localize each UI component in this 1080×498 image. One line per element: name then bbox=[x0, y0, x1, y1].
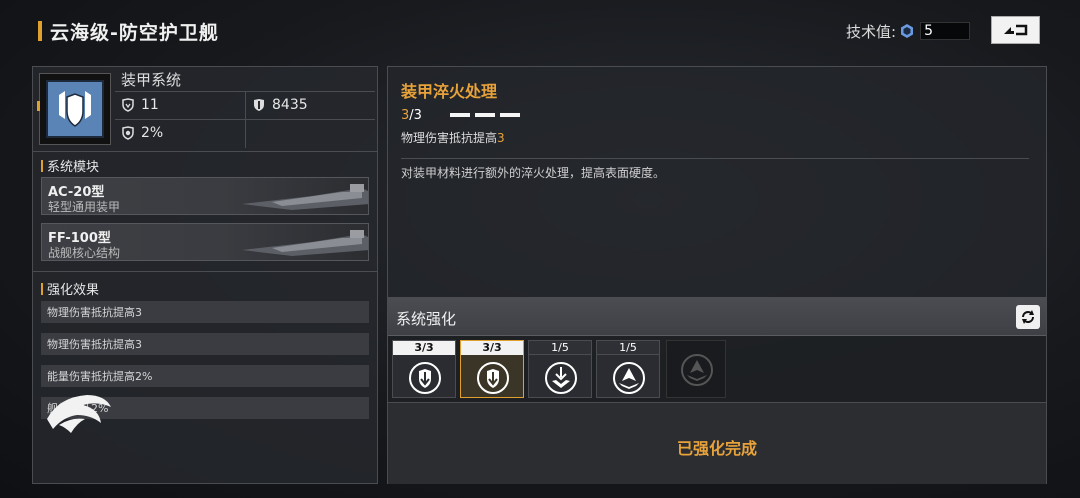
enhance-title: 系统强化 bbox=[396, 310, 457, 328]
modules-heading: 系统模块 bbox=[41, 156, 99, 175]
module-card-ff100[interactable]: FF-100型 战舰核心结构 bbox=[41, 223, 369, 261]
armor-arrow-icon bbox=[477, 362, 509, 394]
stat-resist: 2% bbox=[121, 125, 163, 141]
enhance-slot-selected[interactable]: 3/3 bbox=[460, 340, 524, 398]
page-title-bar: 云海级-防空护卫舰 bbox=[38, 18, 219, 44]
upgrade-level: 3/3 bbox=[401, 108, 422, 123]
refresh-button[interactable] bbox=[1016, 305, 1040, 329]
stat-resist-value: 2% bbox=[141, 125, 164, 141]
enhance-slot[interactable]: 1/5 bbox=[528, 340, 592, 398]
level-pip bbox=[475, 113, 495, 117]
upgrade-detail-panel: 装甲淬火处理 3/3 物理伤害抵抗提高3 对装甲材料进行额外的淬火处理，提高表面… bbox=[387, 66, 1047, 298]
slot-progress: 3/3 bbox=[461, 341, 523, 355]
level-max: /3 bbox=[409, 108, 422, 123]
armor-system-icon bbox=[59, 91, 91, 127]
system-icon-frame[interactable] bbox=[39, 73, 111, 145]
system-icon-tile bbox=[46, 80, 104, 138]
level-pip bbox=[450, 113, 470, 117]
system-name: 装甲系统 bbox=[121, 71, 182, 89]
armor-arrow-icon bbox=[409, 362, 441, 394]
refresh-icon bbox=[1022, 310, 1034, 324]
system-stats: 11 8435 2% bbox=[115, 91, 375, 148]
effect-value: 3 bbox=[497, 131, 505, 145]
enhance-header: 系统强化 bbox=[388, 299, 1046, 336]
armor-wing-icon bbox=[613, 362, 645, 394]
system-enhance-panel: 系统强化 3/3 3/3 1/5 1/5 已强化完成 bbox=[387, 298, 1047, 484]
title-accent bbox=[38, 21, 42, 41]
modules-heading-label: 系统模块 bbox=[47, 160, 100, 175]
stat-hp-value: 8435 bbox=[272, 97, 308, 113]
module-image-ff100 bbox=[242, 230, 368, 256]
hp-shield-icon bbox=[254, 99, 264, 111]
rog-logo bbox=[47, 395, 111, 433]
slot-progress: 1/5 bbox=[529, 341, 591, 355]
stat-armor: 11 bbox=[121, 97, 159, 113]
page-title: 云海级-防空护卫舰 bbox=[50, 21, 219, 44]
armor-star-icon bbox=[545, 362, 577, 394]
level-pip bbox=[500, 113, 520, 117]
enhance-status: 已强化完成 bbox=[676, 439, 757, 458]
module-subtitle: 战舰核心结构 bbox=[48, 246, 121, 260]
enhance-status-area: 已强化完成 bbox=[388, 402, 1046, 484]
effect-row: 物理伤害抵抗提高3 bbox=[41, 333, 369, 355]
back-arrow-icon bbox=[1003, 24, 1027, 36]
effects-heading-label: 强化效果 bbox=[47, 283, 100, 298]
stat-hp: 8435 bbox=[252, 97, 308, 113]
tech-value-display: 技术值: 5 bbox=[846, 20, 971, 42]
upgrade-effect: 物理伤害抵抗提高3 bbox=[401, 129, 505, 146]
tech-label: 技术值: bbox=[846, 22, 897, 41]
enhance-slot[interactable]: 1/5 bbox=[596, 340, 660, 398]
slot-progress: 3/3 bbox=[393, 341, 455, 355]
back-button[interactable] bbox=[991, 16, 1040, 44]
effect-row: 物理伤害抵抗提高3 bbox=[41, 301, 369, 323]
resist-shield-icon bbox=[122, 126, 134, 140]
selection-marker bbox=[37, 101, 40, 111]
slot-progress: 1/5 bbox=[597, 341, 659, 355]
locked-upgrade-icon bbox=[681, 354, 713, 386]
enhance-slot-locked[interactable] bbox=[666, 340, 726, 398]
armor-shield-icon bbox=[122, 98, 134, 112]
stat-armor-value: 11 bbox=[141, 97, 159, 113]
upgrade-description: 对装甲材料进行额外的淬火处理，提高表面硬度。 bbox=[401, 166, 666, 180]
tech-value-box: 5 bbox=[920, 22, 971, 40]
divider bbox=[401, 158, 1029, 159]
module-card-ac20[interactable]: AC-20型 轻型通用装甲 bbox=[41, 177, 369, 215]
effects-heading: 强化效果 bbox=[41, 279, 99, 298]
enhance-slot[interactable]: 3/3 bbox=[392, 340, 456, 398]
effect-row: 能量伤害抵抗提高2% bbox=[41, 365, 369, 387]
system-info-panel: 装甲系统 11 8435 2% 系统模块 AC-20型 轻型通用装甲 FF-10… bbox=[32, 66, 378, 484]
tech-point-icon bbox=[901, 24, 914, 38]
tech-value: 5 bbox=[924, 23, 933, 39]
module-subtitle: 轻型通用装甲 bbox=[48, 200, 121, 214]
upgrade-title: 装甲淬火处理 bbox=[401, 82, 498, 101]
module-image-ac20 bbox=[242, 184, 368, 210]
effect-prefix: 物理伤害抵抗提高 bbox=[401, 131, 498, 145]
